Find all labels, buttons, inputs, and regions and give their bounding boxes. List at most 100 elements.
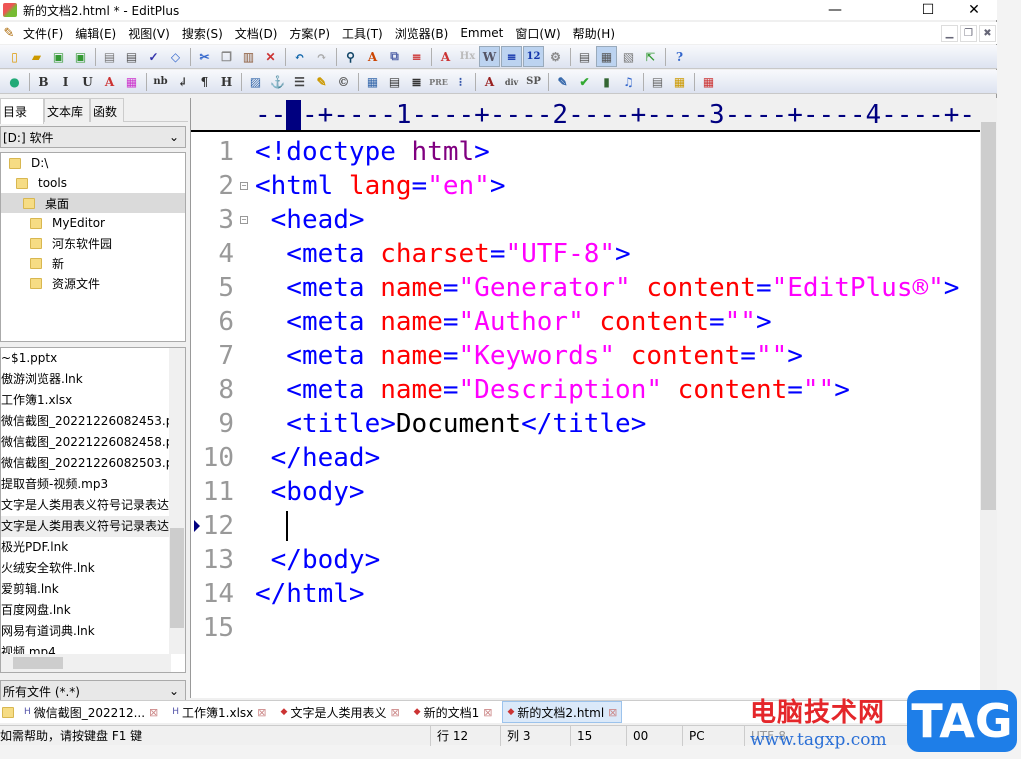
line-break-icon[interactable]: ↲: [172, 71, 193, 92]
heading-insert-icon[interactable]: H: [216, 71, 237, 92]
menu-item[interactable]: 搜索(S): [177, 25, 230, 42]
file-item[interactable]: ~$1.pptx: [1, 348, 169, 369]
file-list-hscrollbar[interactable]: [1, 654, 171, 672]
anchor-icon[interactable]: ⚓: [267, 71, 288, 92]
tree-node[interactable]: MyEditor: [1, 213, 185, 233]
browser-view-icon[interactable]: ◇: [165, 46, 186, 67]
music-icon[interactable]: ♫: [618, 71, 639, 92]
menu-item[interactable]: Emmet: [455, 26, 510, 40]
document-tab[interactable]: H 工作簿1.xlsx ⊠: [168, 701, 270, 723]
mdi-close-button[interactable]: ✖: [979, 25, 996, 42]
redo-icon[interactable]: ↷: [311, 46, 332, 67]
delete-icon[interactable]: ✕: [260, 46, 281, 67]
panel-tab[interactable]: 目录: [0, 98, 44, 124]
tree-node[interactable]: tools: [1, 173, 185, 193]
word-wrap-icon[interactable]: W: [479, 46, 500, 67]
drive-select[interactable]: [D:] 软件 ⌄: [0, 126, 186, 148]
mdi-restore-button[interactable]: ❐: [960, 25, 977, 42]
file-item[interactable]: 网易有道词典.lnk: [1, 621, 169, 642]
tree-node[interactable]: D:\: [1, 153, 185, 173]
print-preview-icon[interactable]: ▤: [99, 46, 120, 67]
close-button[interactable]: ✕: [951, 0, 997, 20]
align-icon[interactable]: ▤: [384, 71, 405, 92]
document-tab[interactable]: ◆ 新的文档2.html ⊠: [502, 701, 623, 723]
file-item[interactable]: 文字是人类用表义符号记录表达: [1, 495, 169, 516]
file-item[interactable]: 傲游浏览器.lnk: [1, 369, 169, 390]
form-icon[interactable]: ✎: [552, 71, 573, 92]
editor-scrollbar[interactable]: [980, 98, 997, 698]
bold-icon[interactable]: B: [33, 71, 54, 92]
tab-close-icon[interactable]: ⊠: [149, 706, 158, 719]
file-item[interactable]: 微信截图_20221226082503.png: [1, 453, 169, 474]
save-all-icon[interactable]: ▣: [70, 46, 91, 67]
frameset-icon[interactable]: ▦: [669, 71, 690, 92]
document-tab[interactable]: ◆ 新的文档1 ⊠: [410, 701, 497, 723]
menu-item[interactable]: 视图(V): [123, 25, 177, 42]
tab-close-icon[interactable]: ⊠: [390, 706, 399, 719]
list-icon[interactable]: ⁝: [450, 71, 471, 92]
spellcheck-icon[interactable]: ✓: [143, 46, 164, 67]
tab-close-icon[interactable]: ⊠: [608, 706, 617, 719]
indent-icon[interactable]: ≡: [501, 46, 522, 67]
tree-node[interactable]: 桌面: [1, 193, 185, 213]
print-icon[interactable]: ▤: [121, 46, 142, 67]
file-item[interactable]: 工作簿1.xlsx: [1, 390, 169, 411]
find-in-files-icon[interactable]: ⧉: [384, 46, 405, 67]
menu-item[interactable]: 帮助(H): [568, 25, 622, 42]
open-folder-icon[interactable]: ▰: [26, 46, 47, 67]
file-item[interactable]: 微信截图_20221226082453.png: [1, 411, 169, 432]
code-editor[interactable]: --+-+----1----+----2----+----3----+----4…: [190, 98, 980, 698]
file-item[interactable]: 微信截图_20221226082458.png: [1, 432, 169, 453]
browser-globe-icon[interactable]: ●: [4, 71, 25, 92]
file-item[interactable]: 百度网盘.lnk: [1, 600, 169, 621]
settings-gear-icon[interactable]: ⚙: [545, 46, 566, 67]
tab-close-icon[interactable]: ⊠: [257, 706, 266, 719]
heading-icon[interactable]: Hx: [457, 46, 478, 67]
file-list-scrollbar[interactable]: [169, 348, 185, 654]
tree-node[interactable]: 河东软件园: [1, 233, 185, 253]
scroll-thumb[interactable]: [170, 528, 184, 628]
find-icon[interactable]: ⚲: [340, 46, 361, 67]
file-filter-select[interactable]: 所有文件 (*.*) ⌄: [0, 680, 186, 702]
frame-icon[interactable]: ▤: [647, 71, 668, 92]
italic-icon[interactable]: I: [55, 71, 76, 92]
output-window-icon[interactable]: ▦: [596, 46, 617, 67]
scroll-thumb[interactable]: [981, 122, 996, 510]
fullscreen-icon[interactable]: ⇱: [640, 46, 661, 67]
line-number-icon[interactable]: 12: [523, 46, 544, 67]
replace-icon[interactable]: A: [362, 46, 383, 67]
directory-window-icon[interactable]: ▤: [574, 46, 595, 67]
underline-icon[interactable]: U: [77, 71, 98, 92]
font-color-icon[interactable]: A: [99, 71, 120, 92]
menu-item[interactable]: 工具(T): [337, 25, 390, 42]
nbsp-icon[interactable]: nb: [150, 71, 171, 92]
tree-node[interactable]: 资源文件: [1, 273, 185, 293]
file-item[interactable]: 文字是人类用表义符号记录表达: [1, 516, 169, 537]
undo-icon[interactable]: ↶: [289, 46, 310, 67]
check-icon[interactable]: ✔: [574, 71, 595, 92]
color-picker-icon[interactable]: ▦: [698, 71, 719, 92]
menu-item[interactable]: 编辑(E): [70, 25, 123, 42]
fold-toggle-icon[interactable]: −: [240, 182, 248, 190]
table-icon[interactable]: ▦: [362, 71, 383, 92]
image-icon[interactable]: ▨: [245, 71, 266, 92]
center-icon[interactable]: ≣: [406, 71, 427, 92]
goto-line-icon[interactable]: ≡: [406, 46, 427, 67]
mdi-minimize-button[interactable]: ▁: [941, 25, 958, 42]
video-icon[interactable]: ▮: [596, 71, 617, 92]
copyright-icon[interactable]: ©: [333, 71, 354, 92]
menu-item[interactable]: 方案(P): [284, 25, 337, 42]
text-file-icon[interactable]: A: [479, 71, 500, 92]
comment-icon[interactable]: ✎: [311, 71, 332, 92]
new-file-icon[interactable]: ▯: [4, 46, 25, 67]
file-item[interactable]: 火绒安全软件.lnk: [1, 558, 169, 579]
cut-icon[interactable]: ✂: [194, 46, 215, 67]
scroll-thumb[interactable]: [13, 657, 63, 669]
div-icon[interactable]: div: [501, 71, 522, 92]
minimize-button[interactable]: —: [812, 0, 858, 20]
tab-close-icon[interactable]: ⊠: [483, 706, 492, 719]
document-tab[interactable]: ◆ 文字是人类用表义 ⊠: [277, 701, 404, 723]
file-item[interactable]: 爱剪辑.lnk: [1, 579, 169, 600]
maximize-button[interactable]: ☐: [905, 0, 951, 20]
panel-tab[interactable]: 函数: [90, 98, 125, 122]
